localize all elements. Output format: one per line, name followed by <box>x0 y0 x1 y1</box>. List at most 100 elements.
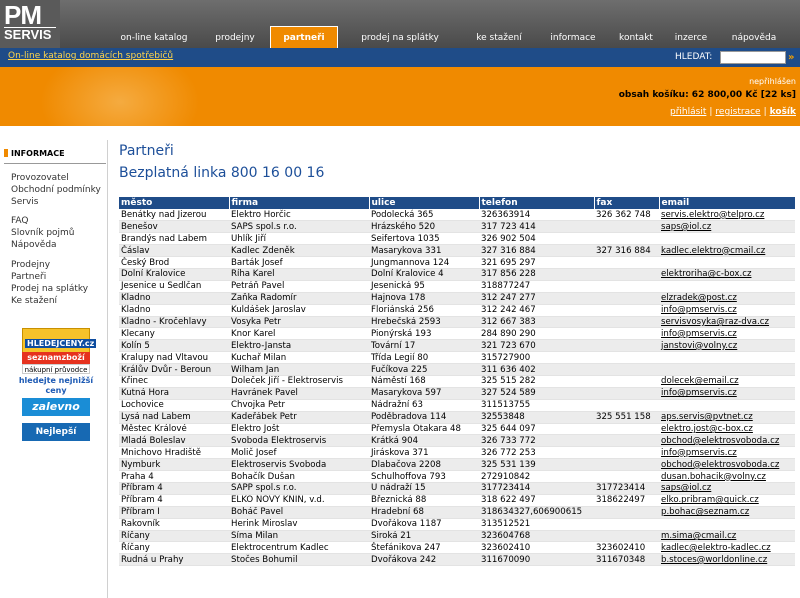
email-link[interactable]: saps@iol.cz <box>659 482 795 495</box>
zalevno-ad[interactable]: zalevno <box>22 398 90 416</box>
email-link[interactable]: info@pmservis.cz <box>659 387 795 400</box>
nakupni-pruvodce-ad[interactable]: nákupní průvodce <box>22 364 90 374</box>
email-link[interactable]: obchod@elektrosvoboda.cz <box>659 458 795 472</box>
table-cell: Vosyka Petr <box>229 316 369 329</box>
nejlepsi-ceny-ad[interactable]: Nejlepší Ceny <box>22 423 90 455</box>
sidebar-link[interactable]: Slovník pojmů <box>11 228 75 238</box>
email-link[interactable]: aps.servis@pvtnet.cz <box>659 411 795 424</box>
email-link[interactable]: janstovi@volny.cz <box>659 339 795 353</box>
nav-tab[interactable]: informace <box>537 28 609 48</box>
table-cell: Wilham Jan <box>229 363 369 376</box>
email-link[interactable]: elko.pribram@quick.cz <box>659 494 795 507</box>
table-cell: Kladno <box>119 292 229 305</box>
sidebar-link[interactable]: Provozovatel <box>11 173 69 183</box>
email-link[interactable]: dusan.bohacik@volny.cz <box>659 470 795 483</box>
table-cell: Praha 4 <box>119 470 229 483</box>
table-cell: Elektro Jošt <box>229 423 369 436</box>
table-cell: Nádražní 63 <box>369 399 479 412</box>
sidebar-link[interactable]: Servis <box>11 197 38 207</box>
email-link[interactable]: elektroriha@c-box.cz <box>659 268 795 281</box>
nav-tab[interactable]: nápověda <box>719 28 789 48</box>
table-header-row: město firma ulice telefon fax email <box>119 197 795 209</box>
cart-link[interactable]: košík <box>770 107 796 117</box>
table-cell: Podolecká 365 <box>369 209 479 222</box>
sidebar-link[interactable]: FAQ <box>11 216 28 226</box>
sidebar-link[interactable]: Nápověda <box>11 240 57 250</box>
table-cell: Čáslav <box>119 244 229 258</box>
email-link[interactable]: saps@iol.cz <box>659 220 795 234</box>
email-link[interactable]: info@pmservis.cz <box>659 304 795 317</box>
email-link[interactable]: elzradek@post.cz <box>659 292 795 305</box>
register-link[interactable]: registrace <box>715 107 760 117</box>
email-link[interactable]: elektro.jost@c-box.cz <box>659 423 795 436</box>
nav-tab[interactable]: on-line katalog <box>104 28 204 48</box>
search-input[interactable] <box>720 51 786 64</box>
sidebar-heading: INFORMACE <box>4 149 106 161</box>
search-go-icon[interactable]: » <box>788 51 800 64</box>
sidebar-link[interactable]: Ke stažení <box>11 296 57 306</box>
email-link <box>659 351 795 365</box>
cart-summary: obsah košíku: 62 800,00 Kč [22 ks] <box>618 90 796 100</box>
table-cell: Široká 21 <box>369 530 479 543</box>
sidebar-link[interactable]: Prodej na splátky <box>11 284 88 294</box>
table-cell: Dvořákova 242 <box>369 553 479 567</box>
nav-tab[interactable]: ke stažení <box>460 28 538 48</box>
sidebar-link[interactable]: Prodejny <box>11 260 50 270</box>
table-cell: 326 362 748 <box>594 209 659 222</box>
table-cell <box>594 434 659 448</box>
sidebar-link[interactable]: Obchodní podmínky <box>11 185 101 195</box>
email-link[interactable]: dolecek@email.cz <box>659 375 795 388</box>
table-cell: Dlabačova 2208 <box>369 458 479 472</box>
table-cell: 321 723 670 <box>479 339 594 353</box>
table-row: Praha 4 Bohačík Dušan Schulhoffova 793 2729… <box>119 470 795 483</box>
breadcrumb-bar: On-line katalog domácích spotřebičů HLED… <box>0 48 800 67</box>
table-row: Křinec Doleček Jiří - Elektroservis Náměst… <box>119 375 795 388</box>
email-link[interactable]: obchod@elektrosvoboda.cz <box>659 434 795 448</box>
hledejte-ceny-text[interactable]: hledejte nejnižší ceny <box>16 376 96 396</box>
seznamzbozi-ad[interactable]: seznamzboží <box>22 352 90 364</box>
sidebar-link[interactable]: Partneři <box>11 272 46 282</box>
nav-tab[interactable]: inzerce <box>665 28 717 48</box>
login-link[interactable]: přihlásit <box>670 107 706 117</box>
table-cell: Šíma Milan <box>229 530 369 543</box>
table-cell: Kadlec Zdeněk <box>229 244 369 258</box>
email-link[interactable]: info@pmservis.cz <box>659 327 795 341</box>
email-link[interactable]: m.sima@cmail.cz <box>659 530 795 543</box>
table-row: Mladá Boleslav Svoboda Elektroservis Krátk… <box>119 434 795 448</box>
email-link[interactable]: b.stoces@worldonline.cz <box>659 553 795 567</box>
email-link[interactable]: servis.elektro@telpro.cz <box>659 209 795 222</box>
email-link[interactable]: kadlec.elektro@cmail.cz <box>659 244 795 258</box>
banner-decoration <box>40 67 200 126</box>
table-row: Nymburk Elektroservis Svoboda Dlabačova 22… <box>119 458 795 472</box>
breadcrumb-link[interactable]: On-line katalog domácích spotřebičů <box>8 51 173 61</box>
table-cell <box>594 268 659 281</box>
table-cell: Kladno <box>119 304 229 317</box>
table-cell: Bohačík Dušan <box>229 470 369 483</box>
email-link[interactable]: info@pmservis.cz <box>659 446 795 460</box>
table-cell: Benátky nad Jizerou <box>119 209 229 222</box>
table-cell <box>594 506 659 519</box>
table-cell: Molič Josef <box>229 446 369 460</box>
nav-tab[interactable]: kontakt <box>607 28 665 48</box>
table-cell: Masarykova 331 <box>369 244 479 258</box>
sidebar-divider <box>4 163 106 164</box>
pm-servis-logo[interactable]: PM SERVIS <box>0 0 60 48</box>
table-cell <box>594 351 659 365</box>
table-cell: 32553848 <box>479 411 594 424</box>
nav-tab[interactable]: partneři <box>270 26 338 48</box>
page-title: Partneři <box>119 143 174 159</box>
nav-tab[interactable]: prodejny <box>196 28 274 48</box>
table-cell: 315727900 <box>479 351 594 365</box>
main-navigation: on-line katalog prodejny partneři prodej na… <box>100 26 800 48</box>
column-header: firma <box>229 197 370 209</box>
table-cell <box>594 304 659 317</box>
email-link[interactable]: kadlec@elektro-kadlec.cz <box>659 541 795 555</box>
email-link[interactable]: p.bohac@seznam.cz <box>659 506 795 519</box>
table-cell: Barták Josef <box>229 256 369 269</box>
nav-tab[interactable]: prodej na splátky <box>346 28 454 48</box>
table-cell <box>594 363 659 376</box>
table-cell: Hrebečská 2593 <box>369 316 479 329</box>
email-link[interactable]: servisvosyka@raz-dva.cz <box>659 316 795 329</box>
table-cell: Rakovník <box>119 518 229 531</box>
table-cell: Český Brod <box>119 256 229 269</box>
